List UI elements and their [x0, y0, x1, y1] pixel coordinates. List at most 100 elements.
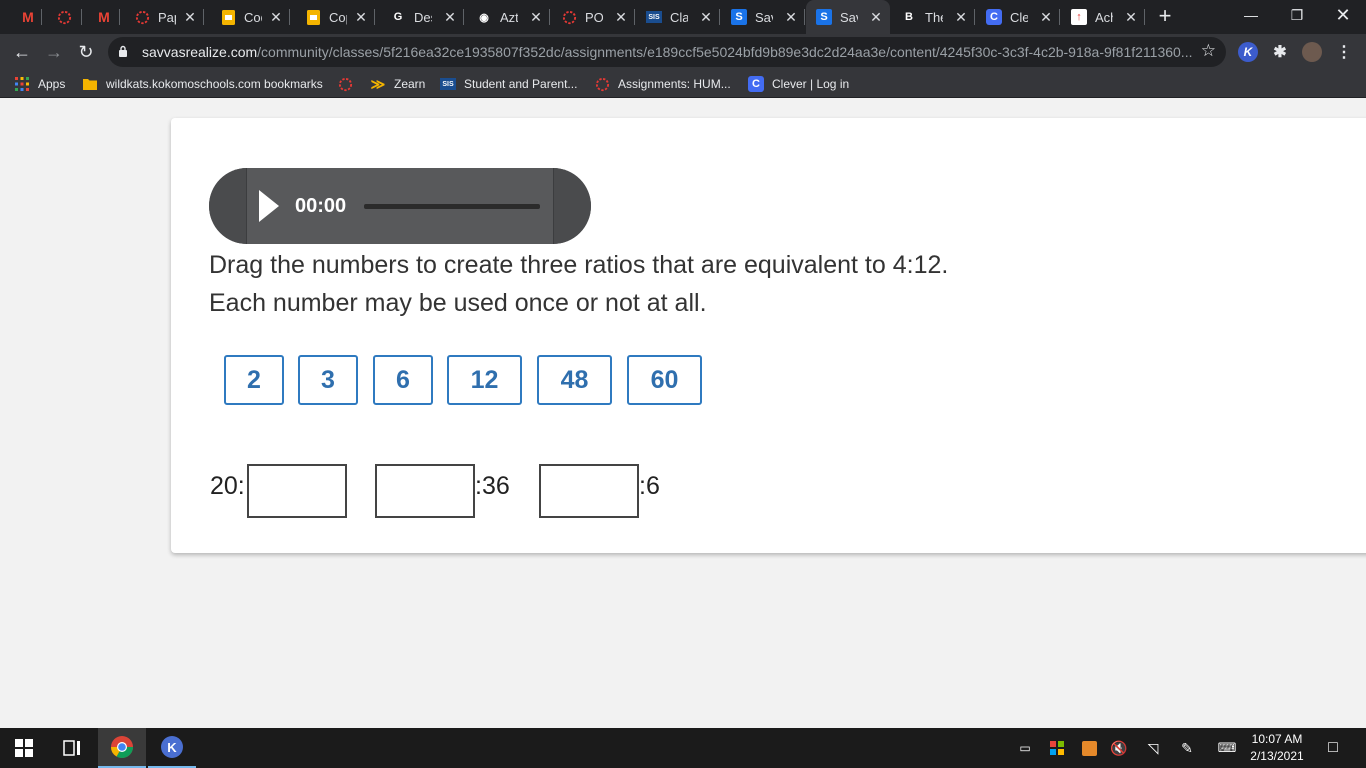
tab-separator	[289, 9, 290, 25]
prompt-line-2: Each number may be used once or not at a…	[209, 289, 707, 317]
close-window-button[interactable]: ✕	[1320, 0, 1366, 30]
browser-tab[interactable]: SIS Clas ✕	[636, 0, 720, 34]
tab-close-icon[interactable]: ✕	[353, 9, 369, 25]
tray-pen-icon[interactable]: ✎	[1176, 728, 1198, 768]
minimize-button[interactable]: —	[1228, 0, 1274, 30]
ratio-1-drop-target[interactable]	[247, 464, 347, 518]
url-domain: savvasrealize.com	[142, 44, 258, 60]
k-extension-icon[interactable]: K	[1238, 42, 1258, 62]
clock-date: 2/13/2021	[1250, 749, 1304, 763]
back-arrow-icon[interactable]: ←	[8, 38, 36, 66]
profile-avatar[interactable]	[1302, 42, 1322, 62]
task-view-icon[interactable]	[48, 728, 96, 768]
tab-close-icon[interactable]: ✕	[1123, 9, 1139, 25]
tab-close-icon[interactable]: ✕	[783, 9, 799, 25]
tab-close-icon[interactable]: ✕	[953, 9, 969, 25]
windows-start-icon[interactable]	[0, 728, 48, 768]
puzzle-extensions-icon[interactable]: ✱	[1270, 42, 1290, 62]
tab-close-icon[interactable]: ✕	[698, 9, 714, 25]
prompt-line-1: Drag the numbers to create three ratios …	[209, 251, 949, 279]
apps-grid-icon	[14, 76, 30, 92]
tab-separator	[804, 9, 805, 25]
player-left-cap	[209, 168, 247, 244]
tab-title: Clev	[1010, 9, 1028, 25]
number-tile-60[interactable]: 60	[627, 355, 702, 405]
browser-tab[interactable]: ↑ Ach ✕	[1061, 0, 1145, 34]
browser-tab[interactable]: G Des ✕	[380, 0, 464, 34]
tab-separator	[203, 9, 204, 25]
browser-tab[interactable]: Cod ✕	[210, 0, 290, 34]
notifications-icon[interactable]: □	[1320, 728, 1346, 768]
tab-close-icon[interactable]: ✕	[528, 9, 544, 25]
dotted-circle-icon	[561, 9, 577, 25]
question-card: 00:00 Drag the numbers to create three r…	[171, 118, 1366, 553]
audio-player: 00:00	[209, 168, 591, 244]
bookmark-label: Student and Parent...	[464, 77, 578, 91]
browser-tab[interactable]: M	[10, 0, 42, 34]
browser-tab[interactable]: C Clev ✕	[976, 0, 1060, 34]
tab-close-icon[interactable]: ✕	[613, 9, 629, 25]
address-bar[interactable]: savvasrealize.com/community/classes/5f21…	[108, 37, 1226, 67]
audio-progress-track[interactable]	[364, 204, 540, 209]
browser-tab[interactable]: M	[86, 0, 120, 34]
reload-icon[interactable]: ↻	[72, 38, 100, 66]
tab-close-icon[interactable]: ✕	[182, 9, 198, 25]
tab-title: POW	[585, 9, 603, 25]
tray-battery-icon[interactable]: ▭	[1014, 728, 1036, 768]
number-tile-2[interactable]: 2	[224, 355, 284, 405]
bookmark-folder-wildkats[interactable]: wildkats.kokomoschools.com bookmarks	[82, 70, 323, 98]
ratio-2-drop-target[interactable]	[375, 464, 475, 518]
bookmark-clever[interactable]: C Clever | Log in	[748, 70, 849, 98]
tray-volume-muted-icon[interactable]: 🔇	[1108, 728, 1130, 768]
question-prompt: Drag the numbers to create three ratios …	[209, 246, 948, 322]
browser-tab[interactable]: S Savv ✕	[721, 0, 805, 34]
number-tile-6[interactable]: 6	[373, 355, 433, 405]
gmail-icon: M	[98, 9, 110, 25]
tab-separator	[549, 9, 550, 25]
tab-separator	[463, 9, 464, 25]
tab-close-icon[interactable]: ✕	[868, 9, 884, 25]
bookmark-label: Clever | Log in	[772, 77, 850, 91]
sis-icon: SIS	[440, 78, 456, 90]
browser-tab[interactable]: Cop ✕	[295, 0, 375, 34]
browser-tab[interactable]: Pap ✕	[124, 0, 204, 34]
number-tile-48[interactable]: 48	[537, 355, 612, 405]
menu-kebab-icon[interactable]: ⋮	[1334, 42, 1354, 62]
new-tab-button[interactable]: +	[1154, 5, 1176, 28]
tray-security-icon[interactable]	[1046, 728, 1068, 768]
tray-keyboard-icon[interactable]: ⌨	[1214, 728, 1240, 768]
number-tile-3[interactable]: 3	[298, 355, 358, 405]
browser-tab[interactable]: B The ✕	[891, 0, 975, 34]
ratio-2-suffix: :36	[475, 472, 510, 500]
browser-tab[interactable]: POW ✕	[551, 0, 635, 34]
tab-separator	[974, 9, 975, 25]
ratio-3-drop-target[interactable]	[539, 464, 639, 518]
tab-title: Azte	[500, 9, 518, 25]
tab-separator	[41, 9, 42, 25]
forward-arrow-icon[interactable]: →	[40, 38, 68, 66]
tray-app-icon[interactable]	[1078, 728, 1100, 768]
bookmark-student-parent[interactable]: SIS Student and Parent...	[440, 70, 577, 98]
browser-tab[interactable]: ◉ Azte ✕	[466, 0, 550, 34]
url-text: savvasrealize.com/community/classes/5f21…	[142, 44, 1192, 60]
bookmark-apps[interactable]: Apps	[14, 70, 65, 98]
tab-close-icon[interactable]: ✕	[442, 9, 458, 25]
bookmark-star-icon[interactable]: ☆	[1201, 41, 1216, 61]
tab-close-icon[interactable]: ✕	[268, 9, 284, 25]
bookmark-zearn[interactable]: ≫ Zearn	[370, 70, 426, 98]
chrome-taskbar-icon[interactable]	[98, 728, 146, 768]
tab-close-icon[interactable]: ✕	[1038, 9, 1054, 25]
browser-tab[interactable]	[46, 0, 82, 34]
taskbar-clock[interactable]: 10:07 AM 2/13/2021	[1242, 731, 1312, 765]
tray-wifi-icon[interactable]: ◹	[1142, 728, 1164, 768]
bookmark-assignments[interactable]: Assignments: HUM...	[594, 70, 731, 98]
number-tile-12[interactable]: 12	[447, 355, 522, 405]
dotted-circle-icon	[337, 76, 353, 92]
restore-button[interactable]: ❐	[1274, 0, 1320, 30]
pinned-app-icon[interactable]: K	[148, 728, 196, 768]
browser-tab[interactable]: S Savv ✕	[806, 0, 890, 34]
play-icon[interactable]	[259, 190, 279, 222]
google-icon: G	[393, 11, 403, 23]
dotted-circle-icon	[134, 9, 150, 25]
bookmark-dotted-circle[interactable]	[337, 70, 361, 98]
